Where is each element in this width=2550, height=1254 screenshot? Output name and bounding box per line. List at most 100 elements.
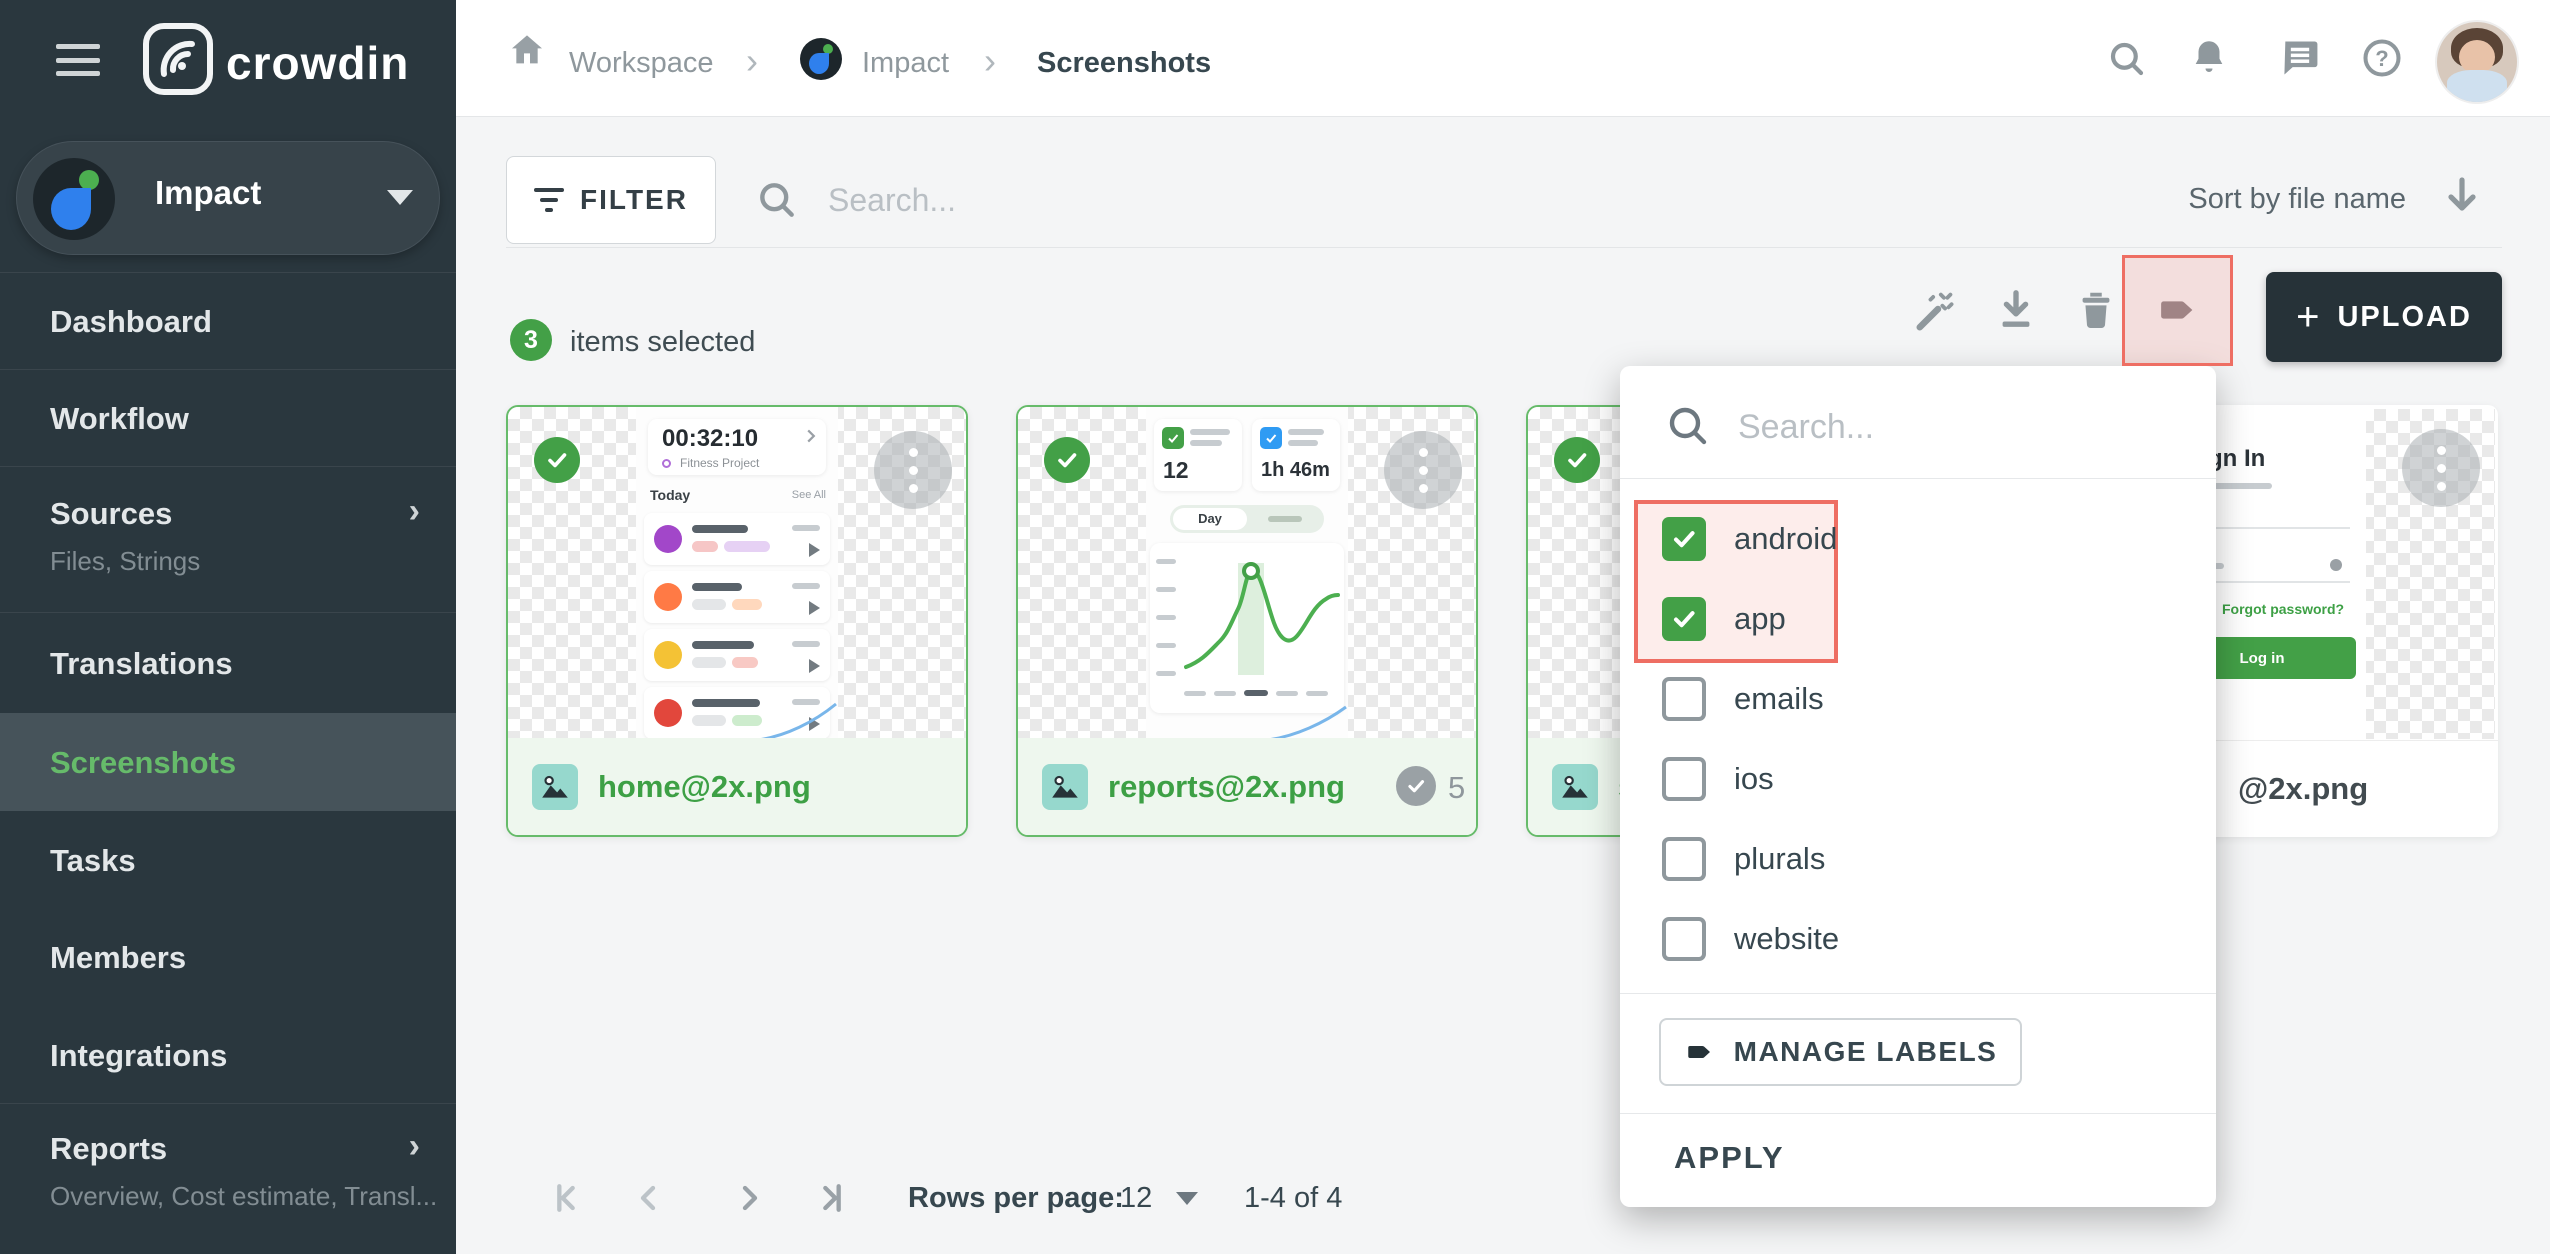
sidebar-item-label: Sources xyxy=(50,496,172,532)
tagged-strings-badge xyxy=(1396,766,1436,806)
sort-direction-arrow-icon[interactable] xyxy=(2438,172,2486,225)
sidebar-item-sources[interactable]: Sources Files, Strings › xyxy=(0,466,456,612)
app-screen: crowdin Impact Dashboard Workflow Source… xyxy=(0,0,2550,1254)
global-search-icon[interactable] xyxy=(2106,38,2148,85)
selected-check-icon[interactable] xyxy=(1554,437,1600,483)
screenshot-filename[interactable]: home@2x.png xyxy=(598,769,811,805)
sidebar-item-subtitle: Overview, Cost estimate, Transl... xyxy=(50,1181,437,1212)
sidebar-item-translations[interactable]: Translations xyxy=(0,612,456,713)
sidebar-item-label: Dashboard xyxy=(50,304,212,340)
sidebar-item-subtitle: Files, Strings xyxy=(50,546,200,577)
topbar: Workspace › Impact › Screenshots ? xyxy=(456,0,2550,117)
project-selector[interactable]: Impact xyxy=(16,141,440,255)
pagination-last-icon[interactable] xyxy=(812,1178,852,1223)
sidebar-item-integrations[interactable]: Integrations xyxy=(0,1006,456,1103)
auto-tag-wand-icon[interactable] xyxy=(1907,280,1967,340)
sidebar-item-reports[interactable]: Reports Overview, Cost estimate, Transl.… xyxy=(0,1103,456,1254)
annotation-highlight-label-button xyxy=(2122,255,2233,366)
help-icon[interactable]: ? xyxy=(2360,36,2404,85)
label-option-text: website xyxy=(1734,921,1839,957)
card-footer: reports@2x.png 5 xyxy=(1018,738,1476,835)
sidebar-item-label: Integrations xyxy=(50,1038,227,1074)
thumb-toggle-day: Day xyxy=(1173,508,1247,530)
screenshot-filename[interactable]: @2x.png xyxy=(2238,771,2368,807)
breadcrumb-page: Screenshots xyxy=(1037,47,1211,80)
tagged-strings-count: 5 xyxy=(1448,770,1465,806)
sidebar-item-tasks[interactable]: Tasks xyxy=(0,811,456,908)
label-option-plurals[interactable]: plurals xyxy=(1620,819,2216,899)
thumb-stat2-value: 1h 46m xyxy=(1261,459,1330,482)
upload-button[interactable]: + UPLOAD xyxy=(2266,272,2502,362)
manage-labels-button[interactable]: MANAGE LABELS xyxy=(1659,1018,2022,1086)
label-option-website[interactable]: website xyxy=(1620,899,2216,979)
sidebar-item-members[interactable]: Members xyxy=(0,908,456,1006)
sidebar-item-dashboard[interactable]: Dashboard xyxy=(0,272,456,369)
card-menu-kebab-icon[interactable] xyxy=(1384,431,1462,509)
brand-name: crowdin xyxy=(226,36,409,90)
pagination-prev-icon[interactable] xyxy=(628,1178,668,1223)
checkbox-checked-icon[interactable] xyxy=(1662,517,1706,561)
screenshot-filename[interactable]: reports@2x.png xyxy=(1108,769,1345,805)
messages-icon[interactable] xyxy=(2278,36,2322,85)
sidebar-item-workflow[interactable]: Workflow xyxy=(0,369,456,466)
delete-trash-icon[interactable] xyxy=(2066,280,2126,340)
chevron-right-icon: › xyxy=(984,40,996,82)
label-option-app[interactable]: app xyxy=(1620,579,2216,659)
selected-check-icon[interactable] xyxy=(534,437,580,483)
thumb-seeall-label: See All xyxy=(792,489,826,501)
sidebar-item-label: Members xyxy=(50,940,186,976)
checkbox-unchecked-icon[interactable] xyxy=(1662,917,1706,961)
thumb-project-text: Fitness Project xyxy=(680,456,759,470)
project-avatar-icon xyxy=(33,158,115,240)
rows-per-page-caret-icon[interactable] xyxy=(1176,1192,1198,1205)
image-file-icon xyxy=(1552,764,1598,810)
sort-control[interactable]: Sort by file name xyxy=(2180,183,2406,216)
user-avatar[interactable] xyxy=(2437,22,2517,102)
breadcrumb-project[interactable]: Impact xyxy=(862,47,949,80)
label-dropdown-panel: android app emails ios plurals website xyxy=(1620,366,2216,1207)
pagination-first-icon[interactable] xyxy=(546,1178,586,1223)
filter-button[interactable]: FILTER xyxy=(506,156,716,244)
breadcrumb-project-icon xyxy=(800,38,842,80)
checkbox-unchecked-icon[interactable] xyxy=(1662,837,1706,881)
pagination-next-icon[interactable] xyxy=(730,1178,770,1223)
thumb-forgot-link: Forgot password? xyxy=(2222,601,2344,617)
selected-check-icon[interactable] xyxy=(1044,437,1090,483)
checkbox-unchecked-icon[interactable] xyxy=(1662,677,1706,721)
manage-labels-button-label: MANAGE LABELS xyxy=(1734,1036,1998,1068)
svg-text:?: ? xyxy=(2375,46,2388,71)
thumb-signin-title: gn In xyxy=(2208,445,2265,473)
checkbox-unchecked-icon[interactable] xyxy=(1662,757,1706,801)
rows-per-page-label: Rows per page: xyxy=(908,1182,1124,1215)
selected-count-badge: 3 xyxy=(510,319,552,361)
card-footer: home@2x.png xyxy=(508,738,966,835)
chevron-right-icon: › xyxy=(746,40,758,82)
breadcrumb-workspace[interactable]: Workspace xyxy=(569,47,714,80)
label-option-android[interactable]: android xyxy=(1620,499,2216,579)
label-option-text: app xyxy=(1734,601,1786,637)
selected-count-label: items selected xyxy=(570,326,755,359)
label-search-input[interactable] xyxy=(1736,404,2166,450)
thumb-today-label: Today xyxy=(650,487,690,503)
checkbox-checked-icon[interactable] xyxy=(1662,597,1706,641)
chevron-down-icon xyxy=(387,190,413,205)
download-icon[interactable] xyxy=(1986,280,2046,340)
card-menu-kebab-icon[interactable] xyxy=(2402,429,2480,507)
screenshots-search-input[interactable] xyxy=(826,178,1526,222)
project-selector-name: Impact xyxy=(155,174,261,212)
sidebar-item-screenshots[interactable]: Screenshots xyxy=(0,713,456,811)
sidebar-item-label: Translations xyxy=(50,646,233,682)
apply-button[interactable]: APPLY xyxy=(1674,1140,1785,1176)
notifications-bell-icon[interactable] xyxy=(2188,36,2230,83)
filter-button-label: FILTER xyxy=(580,184,688,216)
label-tag-icon xyxy=(1684,1036,1716,1068)
rows-per-page-value[interactable]: 12 xyxy=(1120,1182,1152,1215)
home-icon[interactable] xyxy=(507,30,547,75)
hamburger-menu-icon[interactable] xyxy=(56,44,100,76)
label-option-ios[interactable]: ios xyxy=(1620,739,2216,819)
crowdin-logo-icon xyxy=(142,22,214,101)
screenshot-card-reports[interactable]: 12 1h 46m Day xyxy=(1016,405,1478,837)
screenshot-card-home[interactable]: 00:32:10 Fitness Project Today See All xyxy=(506,405,968,837)
label-option-emails[interactable]: emails xyxy=(1620,659,2216,739)
card-menu-kebab-icon[interactable] xyxy=(874,431,952,509)
